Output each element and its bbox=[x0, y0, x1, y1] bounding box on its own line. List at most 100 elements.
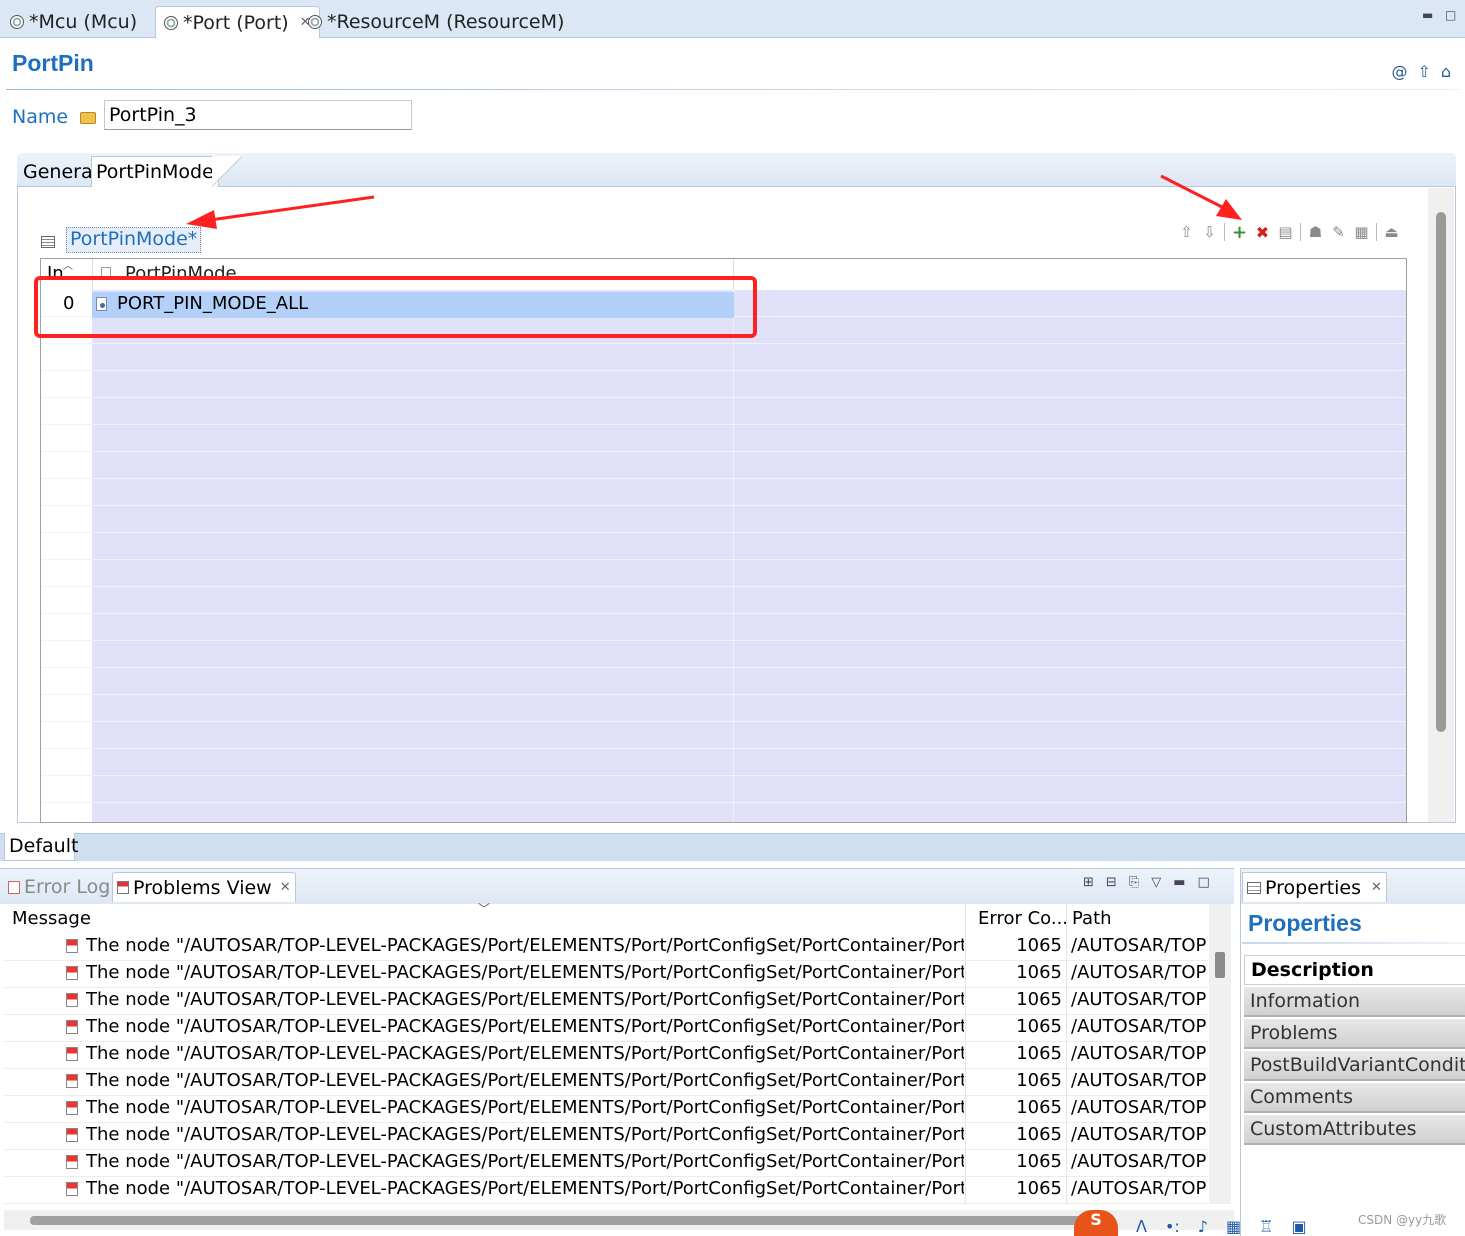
column-header-message[interactable]: Message bbox=[12, 908, 91, 929]
column-header-error-code[interactable]: Error Co... bbox=[978, 908, 1068, 929]
table-header: ︿ In... PortPinMode bbox=[41, 259, 1406, 290]
problem-row[interactable]: The node "/AUTOSAR/TOP-LEVEL-PACKAGES/Po… bbox=[4, 934, 1208, 961]
error-icon bbox=[66, 966, 78, 980]
properties-tab-problems[interactable]: Problems bbox=[1244, 1019, 1465, 1049]
problem-row[interactable]: The node "/AUTOSAR/TOP-LEVEL-PACKAGES/Po… bbox=[4, 1015, 1208, 1042]
toolbar-separator bbox=[1224, 223, 1225, 241]
problem-message: The node "/AUTOSAR/TOP-LEVEL-PACKAGES/Po… bbox=[86, 962, 964, 983]
problems-vscrollbar-thumb[interactable] bbox=[1215, 952, 1225, 978]
tab-default[interactable]: Default bbox=[4, 833, 78, 861]
editor-scrollbar-thumb[interactable] bbox=[1436, 212, 1446, 732]
page-title: PortPin bbox=[12, 50, 94, 76]
user-icon[interactable]: ☗ bbox=[1307, 223, 1324, 241]
export-icon[interactable]: ⏏ bbox=[1383, 223, 1400, 241]
error-icon bbox=[66, 1074, 78, 1088]
problem-code: 1065 bbox=[1016, 1178, 1062, 1199]
editor-tab-mcu[interactable]: *Mcu (Mcu) bbox=[2, 6, 145, 38]
name-field[interactable] bbox=[104, 100, 412, 130]
editor-tab-label: *ResourceM (ResourceM) bbox=[327, 11, 565, 33]
problem-row[interactable]: The node "/AUTOSAR/TOP-LEVEL-PACKAGES/Po… bbox=[4, 961, 1208, 988]
problem-message: The node "/AUTOSAR/TOP-LEVEL-PACKAGES/Po… bbox=[86, 1016, 964, 1037]
properties-tab-comments[interactable]: Comments bbox=[1244, 1083, 1465, 1113]
view-menu-icon[interactable]: ▽ bbox=[1151, 875, 1161, 890]
problem-row[interactable]: The node "/AUTOSAR/TOP-LEVEL-PACKAGES/Po… bbox=[4, 1150, 1208, 1177]
shirt-icon[interactable]: ♖ bbox=[1259, 1217, 1273, 1236]
maximize-icon[interactable]: □ bbox=[1445, 8, 1456, 22]
problem-row[interactable]: The node "/AUTOSAR/TOP-LEVEL-PACKAGES/Po… bbox=[4, 1042, 1208, 1069]
module-icon bbox=[164, 15, 178, 30]
editor-tab-port[interactable]: *Port (Port) ✕ bbox=[155, 6, 320, 38]
close-icon[interactable]: ✕ bbox=[280, 880, 291, 895]
properties-tab-description[interactable]: Description bbox=[1244, 955, 1465, 985]
tab-problems-view[interactable]: Problems View ✕ bbox=[112, 872, 296, 902]
error-icon bbox=[66, 1020, 78, 1034]
move-down-icon[interactable]: ⇩ bbox=[1201, 223, 1218, 241]
problem-row[interactable]: The node "/AUTOSAR/TOP-LEVEL-PACKAGES/Po… bbox=[4, 1069, 1208, 1096]
tab-general[interactable]: General bbox=[19, 156, 102, 187]
problem-path: /AUTOSAR/TOP bbox=[1071, 1070, 1207, 1091]
problem-message: The node "/AUTOSAR/TOP-LEVEL-PACKAGES/Po… bbox=[86, 989, 964, 1010]
name-label: Name bbox=[12, 106, 69, 128]
problem-row[interactable]: The node "/AUTOSAR/TOP-LEVEL-PACKAGES/Po… bbox=[4, 1177, 1208, 1204]
column-header-path[interactable]: Path bbox=[1072, 908, 1112, 929]
expand-all-icon[interactable]: ⊞ bbox=[1083, 875, 1094, 890]
ime-text-icon[interactable]: ᐱ bbox=[1136, 1217, 1147, 1236]
row-index: 0 bbox=[63, 293, 75, 314]
properties-tab-customattributes[interactable]: CustomAttributes bbox=[1244, 1115, 1465, 1145]
delete-icon[interactable]: ✖ bbox=[1254, 223, 1271, 242]
keyboard-icon[interactable]: ▦ bbox=[1226, 1217, 1241, 1236]
tab-edge bbox=[212, 156, 242, 187]
close-icon[interactable]: ✕ bbox=[1371, 880, 1382, 895]
apps-icon[interactable]: ▣ bbox=[1291, 1217, 1306, 1236]
error-icon bbox=[66, 1182, 78, 1196]
table-body bbox=[41, 290, 1406, 822]
problem-path: /AUTOSAR/TOP bbox=[1071, 1151, 1207, 1172]
module-icon bbox=[308, 15, 322, 29]
tab-error-log[interactable]: Error Log bbox=[4, 872, 114, 902]
properties-icon bbox=[1247, 881, 1261, 894]
copy-icon[interactable]: ▤ bbox=[1277, 223, 1294, 241]
problem-row[interactable]: The node "/AUTOSAR/TOP-LEVEL-PACKAGES/Po… bbox=[4, 1096, 1208, 1123]
problem-message: The node "/AUTOSAR/TOP-LEVEL-PACKAGES/Po… bbox=[86, 1097, 964, 1118]
pencil-icon[interactable]: ✎ bbox=[1330, 223, 1347, 241]
watermark: CSDN @yy九歌 bbox=[1358, 1213, 1447, 1227]
editor-tab-resourcem[interactable]: *ResourceM (ResourceM) bbox=[300, 6, 572, 38]
column-header-index[interactable]: In... bbox=[47, 263, 81, 284]
properties-tab-information[interactable]: Information bbox=[1244, 987, 1465, 1017]
error-log-icon bbox=[8, 880, 20, 894]
problem-path: /AUTOSAR/TOP bbox=[1071, 962, 1207, 983]
minimize-icon[interactable]: ▬ bbox=[1173, 875, 1185, 890]
problem-code: 1065 bbox=[1016, 1070, 1062, 1091]
row-value[interactable]: PORT_PIN_MODE_ALL bbox=[117, 293, 308, 314]
problem-path: /AUTOSAR/TOP bbox=[1071, 1043, 1207, 1064]
edit-table-icon[interactable]: ▦ bbox=[1353, 223, 1370, 241]
problem-row[interactable]: The node "/AUTOSAR/TOP-LEVEL-PACKAGES/Po… bbox=[4, 988, 1208, 1015]
problems-vscrollbar[interactable] bbox=[1209, 904, 1231, 1204]
microphone-icon[interactable]: ♪ bbox=[1198, 1217, 1208, 1236]
minimize-icon[interactable]: ▬ bbox=[1422, 8, 1433, 22]
tab-properties[interactable]: Properties ✕ bbox=[1242, 872, 1387, 902]
move-up-icon[interactable]: ⇧ bbox=[1178, 223, 1195, 241]
tab-label: Problems View bbox=[133, 876, 272, 899]
collapse-all-icon[interactable]: ⊟ bbox=[1106, 875, 1117, 890]
tab-portpinmode[interactable]: PortPinMode bbox=[91, 156, 219, 187]
problems-hscrollbar-thumb[interactable] bbox=[30, 1216, 1100, 1225]
at-sign-icon[interactable]: @ bbox=[1391, 62, 1407, 81]
header-toolbar: @ ⇧ ⌂ bbox=[1391, 62, 1451, 81]
error-icon bbox=[66, 1128, 78, 1142]
filter-icon[interactable]: ⎘ bbox=[1129, 875, 1139, 890]
table-toolbar: ⇧ ⇩ + ✖ ▤ ☗ ✎ ▦ ⏏ bbox=[1178, 222, 1400, 243]
home-icon[interactable]: ⌂ bbox=[1441, 62, 1451, 81]
folder-icon bbox=[80, 112, 96, 124]
ime-punct-icon[interactable]: •: bbox=[1165, 1217, 1180, 1236]
maximize-icon[interactable]: □ bbox=[1198, 875, 1210, 890]
column-header-portpinmode[interactable]: PortPinMode bbox=[125, 263, 237, 284]
problem-row[interactable]: The node "/AUTOSAR/TOP-LEVEL-PACKAGES/Po… bbox=[4, 1123, 1208, 1150]
problem-message: The node "/AUTOSAR/TOP-LEVEL-PACKAGES/Po… bbox=[86, 1070, 964, 1091]
up-arrow-icon[interactable]: ⇧ bbox=[1417, 62, 1430, 81]
column-divider[interactable] bbox=[92, 259, 93, 290]
properties-tab-postbuildvariant[interactable]: PostBuildVariantConditio bbox=[1244, 1051, 1465, 1081]
toolbar-separator bbox=[1376, 223, 1377, 241]
column-divider[interactable] bbox=[733, 259, 734, 290]
add-icon[interactable]: + bbox=[1231, 222, 1248, 243]
